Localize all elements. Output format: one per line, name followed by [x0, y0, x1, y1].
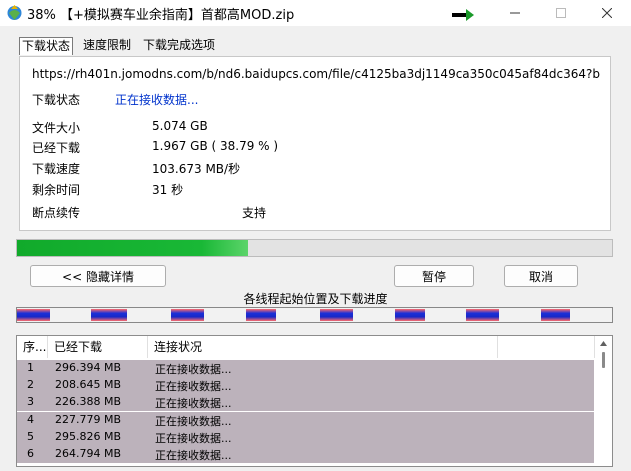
title-bar: 38% 【+模拟赛车业余指南】首都高MOD.zip	[0, 0, 631, 26]
column-header-downloaded[interactable]: 已经下载	[48, 336, 148, 358]
close-button[interactable]	[584, 0, 630, 26]
pause-button[interactable]: 暂停	[394, 265, 474, 287]
downloaded-label: 已经下载	[32, 141, 81, 155]
drag-arrow-icon	[452, 9, 474, 21]
row-status: 正在接收数据...	[155, 414, 232, 428]
table-row[interactable]: 3 226.388 MB 正在接收数据...	[17, 394, 594, 412]
thread-segment	[466, 309, 499, 321]
speed-label: 下载速度	[32, 162, 81, 176]
size-value: 5.074 GB	[152, 119, 208, 133]
maximize-button[interactable]	[538, 0, 584, 26]
table-row[interactable]: 1 296.394 MB 正在接收数据...	[17, 360, 594, 377]
threads-progress-bar	[16, 307, 613, 323]
column-header-status[interactable]: 连接状况	[148, 336, 498, 358]
threads-title: 各线程起始位置及下载进度	[243, 292, 388, 306]
row-index: 4	[27, 412, 34, 426]
row-index: 6	[27, 447, 34, 460]
thread-list[interactable]: 序... 已经下载 连接状况 1 296.394 MB 正在接收数据... 2 208.…	[16, 335, 613, 467]
thread-segment	[540, 309, 571, 321]
thread-segment	[170, 309, 205, 321]
tab-speed-limit[interactable]: 速度限制	[81, 37, 133, 54]
size-label: 文件大小	[32, 121, 81, 135]
column-header-index[interactable]: 序...	[17, 336, 48, 358]
download-info-panel: https://rh401n.jomodns.com/b/nd6.baidupc…	[19, 56, 611, 231]
row-index: 3	[27, 395, 34, 409]
thread-segment	[246, 309, 276, 321]
thread-segment	[320, 309, 354, 321]
row-status: 正在接收数据...	[155, 449, 232, 462]
app-icon	[7, 5, 22, 20]
thread-segment	[17, 309, 50, 321]
row-index: 1	[27, 361, 34, 374]
row-status: 正在接收数据...	[155, 397, 232, 411]
table-row[interactable]: 2 208.645 MB 正在接收数据...	[17, 377, 594, 395]
row-status: 正在接收数据...	[155, 380, 232, 394]
row-downloaded: 227.779 MB	[55, 412, 122, 426]
maximize-icon	[556, 8, 566, 18]
row-status: 正在接收数据...	[155, 363, 232, 376]
tab-completion-options[interactable]: 下载完成选项	[141, 37, 217, 54]
row-downloaded: 226.388 MB	[55, 395, 122, 409]
table-row[interactable]: 4 227.779 MB 正在接收数据...	[17, 411, 594, 429]
remaining-label: 剩余时间	[32, 183, 81, 197]
download-progress-bar	[16, 239, 613, 257]
table-row[interactable]: 5 295.826 MB 正在接收数据...	[17, 428, 594, 446]
toggle-details-button[interactable]: << 隐藏详情	[30, 265, 166, 287]
row-downloaded: 208.645 MB	[55, 378, 122, 392]
row-index: 5	[27, 429, 34, 443]
minimize-icon	[510, 12, 520, 14]
minimize-button[interactable]	[492, 0, 538, 26]
window-title: 38% 【+模拟赛车业余指南】首都高MOD.zip	[27, 8, 295, 23]
thread-segment	[91, 309, 128, 321]
row-status: 正在接收数据...	[155, 431, 232, 445]
scroll-thumb[interactable]	[602, 352, 605, 368]
resume-label: 断点续传	[32, 206, 81, 220]
remaining-value: 31 秒	[152, 183, 184, 197]
progress-fill	[17, 240, 248, 256]
column-header-empty	[498, 336, 595, 358]
row-downloaded: 264.794 MB	[55, 447, 122, 460]
download-url: https://rh401n.jomodns.com/b/nd6.baidupc…	[32, 67, 600, 81]
status-label: 下载状态	[32, 93, 81, 107]
close-icon	[602, 8, 612, 18]
resume-value: 支持	[242, 206, 267, 220]
row-downloaded: 295.826 MB	[55, 429, 122, 443]
vertical-scrollbar[interactable]	[595, 336, 612, 466]
table-row[interactable]: 6 264.794 MB 正在接收数据...	[17, 446, 594, 463]
row-downloaded: 296.394 MB	[55, 361, 122, 374]
status-value: 正在接收数据...	[115, 93, 199, 107]
scroll-up-icon[interactable]	[595, 338, 612, 352]
downloaded-value: 1.967 GB ( 38.79 % )	[152, 139, 279, 153]
speed-value: 103.673 MB/秒	[152, 162, 241, 176]
row-index: 2	[27, 378, 34, 392]
tab-download-status[interactable]: 下载状态	[19, 37, 74, 55]
cancel-button[interactable]: 取消	[504, 265, 578, 287]
thread-segment	[394, 309, 425, 321]
